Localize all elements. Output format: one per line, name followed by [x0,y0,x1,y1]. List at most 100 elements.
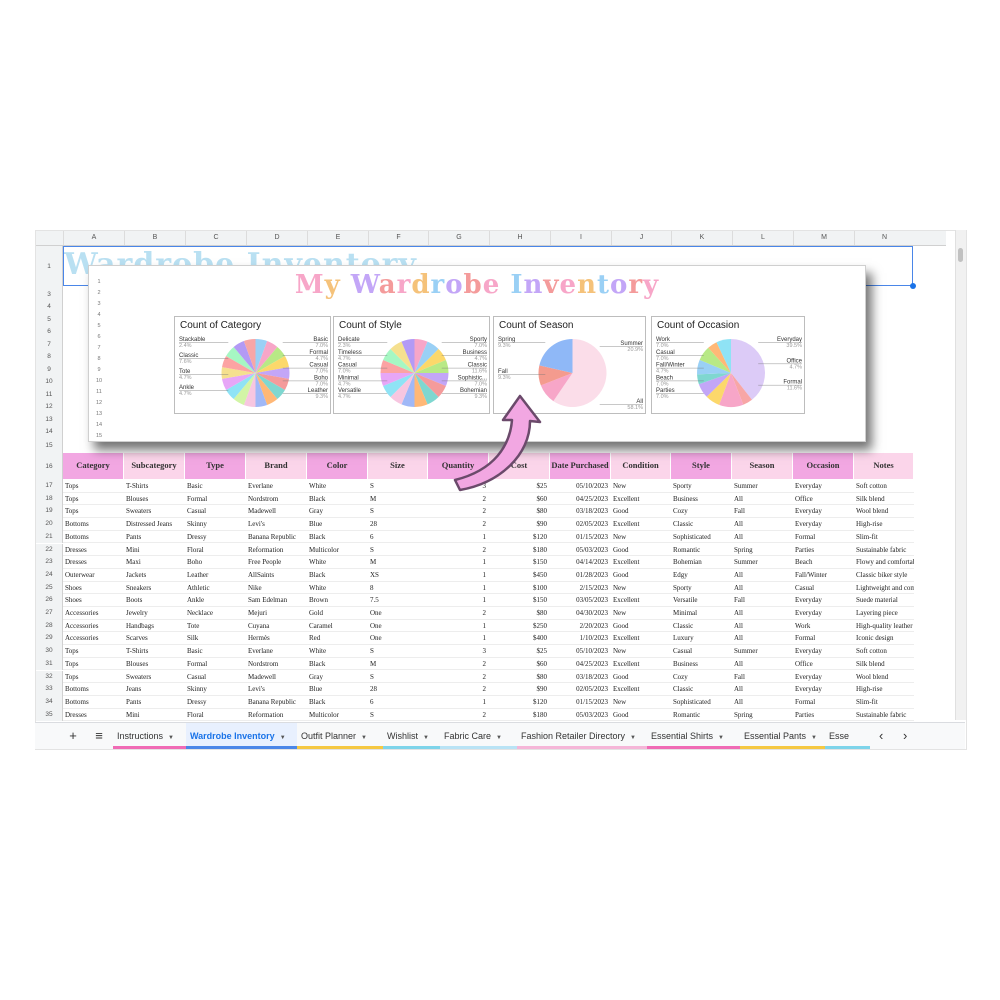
table-cell[interactable]: Floral [185,709,246,722]
table-cell[interactable]: Luxury [671,632,732,646]
table-cell[interactable]: Tops [63,493,124,506]
table-cell[interactable]: 1 [428,632,489,646]
table-cell[interactable]: Excellent [611,632,671,646]
table-cell[interactable]: 7.5 [368,594,428,607]
table-cell[interactable]: XS [368,569,428,582]
table-cell[interactable]: 02/05/2023 [550,518,611,531]
table-cell[interactable]: Excellent [611,556,671,569]
table-cell[interactable]: 1 [428,696,489,709]
table-cell[interactable]: Spring [732,544,793,557]
row-header[interactable]: 15 [36,438,63,453]
table-header-cell[interactable]: Cost [489,453,550,479]
table-cell[interactable]: Edgy [671,569,732,582]
table-cell[interactable]: Dressy [185,696,246,709]
table-cell[interactable]: Everyday [793,683,854,696]
table-cell[interactable]: $60 [489,493,550,506]
table-cell[interactable]: Formal [793,531,854,544]
table-cell[interactable]: Red [307,632,368,646]
table-cell[interactable]: New [611,607,671,620]
table-cell[interactable]: Excellent [611,594,671,607]
table-cell[interactable]: Blue [307,683,368,696]
table-cell[interactable]: Work [793,620,854,633]
table-cell[interactable]: 04/30/2023 [550,607,611,620]
table-cell[interactable]: Mejuri [246,607,307,620]
table-cell[interactable]: 2 [428,709,489,722]
table-cell[interactable]: Beach [793,556,854,569]
table-cell[interactable]: Soft cotton [854,645,914,658]
sheet-tab[interactable]: Fabric Care ▼ [440,723,517,749]
column-header-a[interactable]: A [63,231,124,245]
column-header-n[interactable]: N [854,231,914,245]
sheet-tab[interactable]: Instructions ▼ [113,723,186,749]
table-cell[interactable]: New [611,480,671,493]
table-cell[interactable]: Office [793,658,854,671]
table-cell[interactable]: All [732,620,793,633]
table-cell[interactable]: $450 [489,569,550,582]
table-cell[interactable]: Jackets [124,569,185,582]
table-cell[interactable]: Excellent [611,658,671,671]
table-cell[interactable]: Tops [63,658,124,671]
row-header[interactable]: 28 [36,619,63,633]
table-cell[interactable]: Multicolor [307,544,368,557]
table-cell[interactable]: Accessories [63,607,124,620]
table-cell[interactable]: One [368,607,428,620]
table-header-cell[interactable]: Type [185,453,246,479]
table-cell[interactable]: Good [611,505,671,519]
column-header-e[interactable]: E [307,231,368,245]
table-cell[interactable]: Sustainable fabric [854,544,914,557]
table-cell[interactable]: All [732,658,793,671]
table-cell[interactable]: $120 [489,696,550,709]
table-cell[interactable]: 1/10/2023 [550,632,611,646]
table-cell[interactable]: Tops [63,480,124,493]
table-cell[interactable]: Blue [307,518,368,531]
table-cell[interactable]: 2 [428,544,489,557]
tab-dropdown-icon[interactable]: ▼ [361,735,367,741]
table-cell[interactable]: Good [611,544,671,557]
table-cell[interactable]: Tote [185,620,246,633]
table-cell[interactable]: Pants [124,696,185,709]
table-cell[interactable]: Distressed Jeans [124,518,185,531]
table-cell[interactable]: Skinny [185,518,246,531]
table-cell[interactable]: Hermès [246,632,307,646]
table-cell[interactable]: Sustainable fabric [854,709,914,722]
table-cell[interactable]: Layering piece [854,607,914,620]
table-cell[interactable]: $250 [489,620,550,633]
table-cell[interactable]: $80 [489,505,550,519]
table-cell[interactable]: Nordstrom [246,658,307,671]
table-cell[interactable]: Cozy [671,505,732,519]
table-cell[interactable]: 01/15/2023 [550,531,611,544]
row-header[interactable]: 10 [36,376,63,388]
column-header-d[interactable]: D [246,231,307,245]
table-cell[interactable]: Everlane [246,645,307,658]
row-header[interactable]: 29 [36,632,63,646]
table-cell[interactable]: Mini [124,709,185,722]
row-header[interactable]: 6 [36,326,63,338]
column-header-g[interactable]: G [428,231,489,245]
table-cell[interactable]: 3 [428,645,489,658]
table-cell[interactable]: $100 [489,582,550,595]
table-cell[interactable]: Nike [246,582,307,595]
pie-chart-count-of-category[interactable]: Count of Category Stackable 2.4% Classic 7.6… [174,316,331,414]
table-cell[interactable]: Athletic [185,582,246,595]
table-cell[interactable]: 05/03/2023 [550,544,611,557]
table-header-cell[interactable]: Notes [854,453,914,479]
row-header[interactable]: 7 [36,338,63,351]
row-header[interactable]: 5 [36,313,63,326]
table-cell[interactable]: Necklace [185,607,246,620]
table-cell[interactable]: Suede material [854,594,914,607]
table-cell[interactable]: 2 [428,683,489,696]
table-cell[interactable]: White [307,582,368,595]
table-cell[interactable]: 3 [428,480,489,493]
table-cell[interactable]: Casual [793,582,854,595]
table-cell[interactable]: Sophisticated [671,531,732,544]
row-header[interactable]: 21 [36,530,63,544]
table-header-cell[interactable]: Subcategory [124,453,185,479]
table-cell[interactable]: Caramel [307,620,368,633]
column-header-j[interactable]: J [611,231,671,245]
row-header[interactable]: 20 [36,518,63,531]
table-cell[interactable]: Business [671,493,732,506]
table-cell[interactable]: Brown [307,594,368,607]
table-cell[interactable]: S [368,544,428,557]
table-cell[interactable]: Madewell [246,671,307,684]
table-cell[interactable]: 1 [428,594,489,607]
